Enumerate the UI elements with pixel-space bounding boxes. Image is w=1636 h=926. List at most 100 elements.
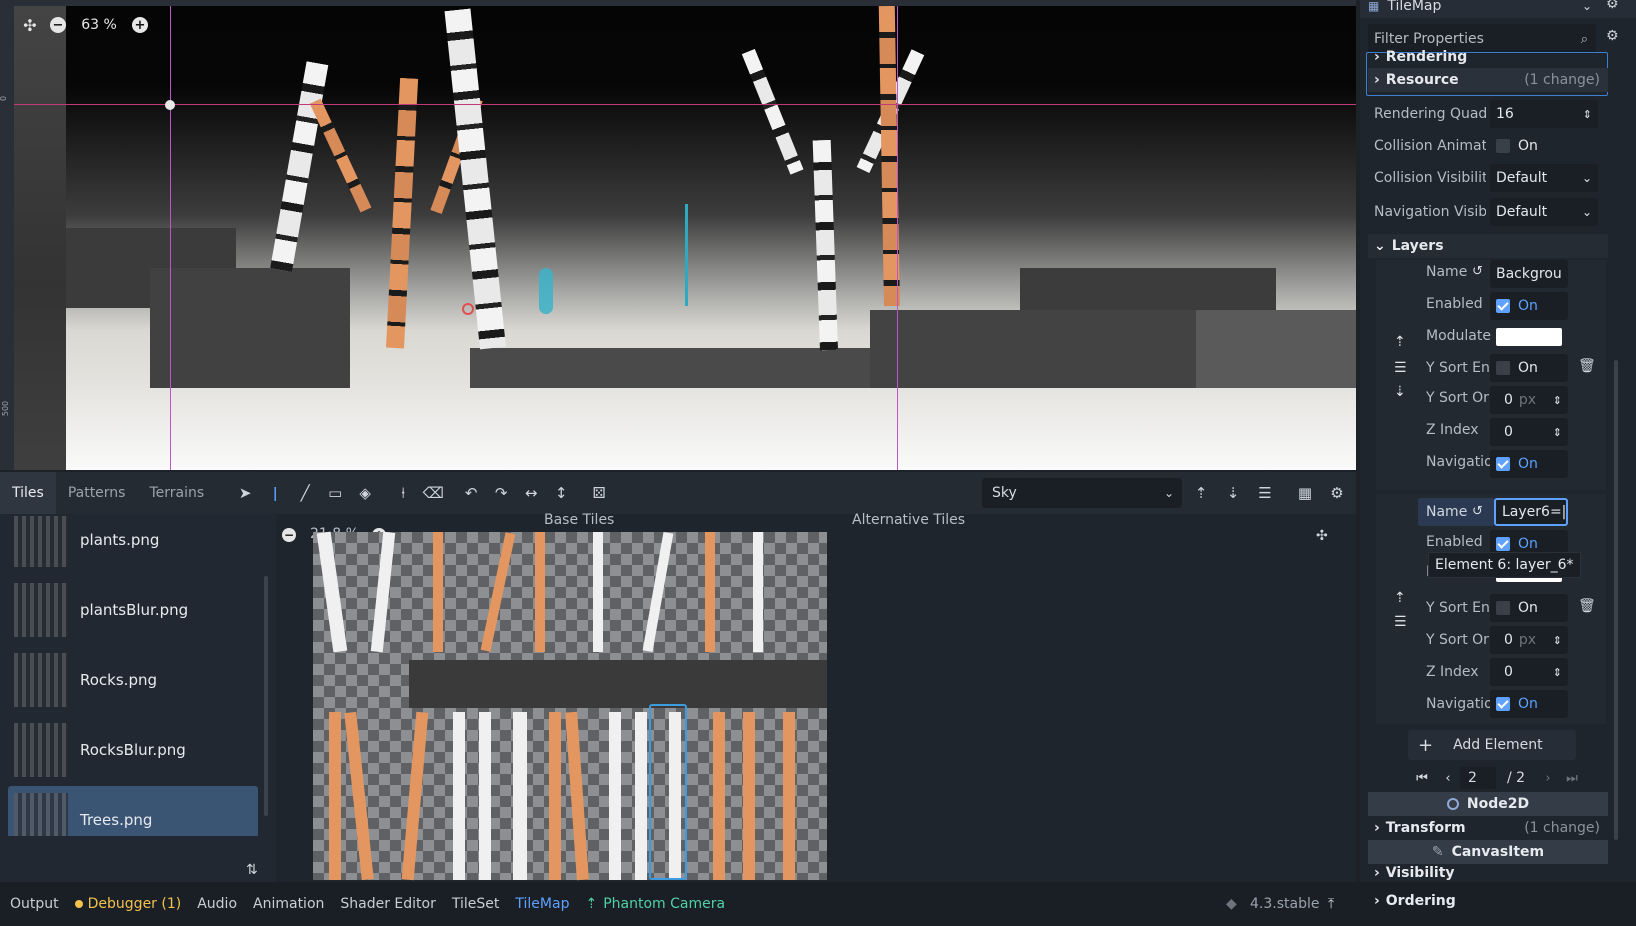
revert-icon[interactable]: ↺ (1472, 264, 1483, 279)
layer2-ysort-ori-label: Y Sort Ori (1426, 632, 1493, 648)
section-resource[interactable]: › Resource (1 change) (1368, 68, 1608, 92)
collision-vis-select[interactable]: Default ⌄ (1490, 164, 1598, 192)
tab-output[interactable]: Output (10, 896, 59, 912)
select-tool-icon[interactable]: ➤ (230, 478, 260, 508)
add-element-button[interactable]: + Add Element (1408, 730, 1576, 760)
file-list-scrollbar[interactable] (264, 576, 268, 816)
camera-line[interactable] (685, 204, 688, 306)
collision-vis-label: Collision Visibilit (1374, 170, 1486, 186)
section-visibility[interactable]: › Visibility (1368, 864, 1608, 882)
layer1-name-field[interactable]: Backgrou (1490, 260, 1568, 288)
layer2-zindex-field[interactable]: 0 ⇕ (1490, 658, 1568, 686)
layer2-ysort-checkbox[interactable]: On (1490, 594, 1568, 622)
tab-audio[interactable]: Audio (197, 896, 237, 912)
file-item[interactable]: Rocks.png (8, 646, 258, 714)
drag-handle-icon[interactable]: ☰ (1394, 614, 1407, 630)
selected-tile-frame[interactable] (649, 704, 687, 880)
layer1-ysort-checkbox[interactable]: On (1490, 354, 1568, 382)
picker-tool-icon[interactable]: ⍿ (388, 478, 418, 508)
collision-anim-checkbox[interactable]: On (1490, 132, 1598, 160)
canvasitem-label: CanvasItem (1451, 844, 1545, 860)
atlas-center-icon[interactable]: ✣ (1316, 528, 1328, 544)
sort-icon[interactable]: ⇅ (246, 862, 258, 878)
zoom-level[interactable]: 63 % (76, 17, 122, 33)
tab-tilemap[interactable]: TileMap (515, 896, 569, 912)
section-ordering[interactable]: › Ordering (1368, 890, 1456, 912)
rotate-right-icon[interactable]: ↷ (486, 478, 516, 508)
inspector-scrollbar[interactable] (1614, 360, 1618, 840)
tab-phantom-camera[interactable]: Phantom Camera (603, 896, 725, 912)
next-page-icon[interactable]: › (1536, 771, 1560, 786)
layer2-ysort-ori-field[interactable]: 0 px ⇕ (1490, 626, 1568, 654)
navigation-vis-select[interactable]: Default ⌄ (1490, 198, 1598, 226)
line-tool-icon[interactable]: ╱ (290, 478, 320, 508)
center-view-icon[interactable]: ✣ (20, 15, 40, 35)
layer-up-icon[interactable]: ⇡ (1186, 478, 1216, 508)
file-item[interactable]: RocksBlur.png (8, 716, 258, 784)
prev-page-icon[interactable]: ‹ (1436, 771, 1460, 786)
tab-tiles[interactable]: Tiles (0, 472, 56, 514)
layer2-navigation-checkbox[interactable]: On (1490, 690, 1568, 718)
first-page-icon[interactable]: ⏮ (1408, 771, 1436, 786)
delete-icon[interactable]: 🗑 (1578, 598, 1596, 614)
rect-tool-icon[interactable]: ▭ (320, 478, 350, 508)
flip-v-icon[interactable]: ↕ (546, 478, 576, 508)
expand-panel-icon[interactable]: ⤒ (1328, 896, 1334, 912)
node-type-label[interactable]: TileMap (1387, 0, 1441, 14)
tab-debugger[interactable]: Debugger (1) (88, 896, 182, 912)
file-item-selected[interactable]: Trees.png (8, 786, 258, 836)
move-down-icon[interactable]: ⇣ (1394, 384, 1406, 400)
layer1-enabled-checkbox[interactable]: On (1490, 292, 1568, 320)
drag-handle-icon[interactable]: ☰ (1394, 360, 1407, 376)
object-settings-icon[interactable]: ⚙ (1606, 0, 1619, 12)
capsule-collider[interactable] (539, 268, 553, 314)
section-rendering[interactable]: › Rendering (1368, 50, 1608, 64)
zoom-in-icon[interactable]: + (132, 17, 148, 33)
chevron-down-icon: ⌄ (1581, 205, 1592, 219)
layer1-ysort-ori-field[interactable]: 0 px ⇕ (1490, 386, 1568, 414)
random-tile-icon[interactable]: ⚄ (584, 478, 614, 508)
layer1-zindex-field[interactable]: 0 ⇕ (1490, 418, 1568, 446)
file-item[interactable]: plants.png (8, 516, 258, 574)
page-current-field[interactable]: 2 (1460, 767, 1496, 789)
tab-patterns[interactable]: Patterns (56, 472, 138, 514)
atlas-file-list[interactable]: plants.png plantsBlur.png Rocks.png Rock… (4, 516, 268, 836)
hill-left-step (150, 268, 350, 388)
eraser-tool-icon[interactable]: ⌫ (418, 478, 448, 508)
atlas-texture[interactable] (313, 531, 827, 881)
flip-h-icon[interactable]: ↔ (516, 478, 546, 508)
checkbox-unchecked-icon (1496, 139, 1510, 153)
filter-options-icon[interactable]: ⚙ (1606, 28, 1619, 44)
atlas-dark-band (409, 660, 827, 708)
layer-select[interactable]: Sky ⌄ (982, 478, 1182, 508)
scene-viewport[interactable]: 0 500 ✣ − 63 % + (0, 0, 1356, 470)
layer2-name-field[interactable]: Layer6=| (1494, 498, 1568, 526)
zoom-out-icon[interactable]: − (50, 17, 66, 33)
move-up-icon[interactable]: ⇡ (1394, 590, 1406, 606)
layer1-navigation-checkbox[interactable]: On (1490, 450, 1568, 478)
tools-settings-icon[interactable]: ⚙ (1322, 478, 1352, 508)
tab-tileset[interactable]: TileSet (452, 896, 500, 912)
section-transform[interactable]: › Transform (1 change) (1368, 816, 1608, 840)
chevron-down-icon[interactable]: ⌄ (1582, 0, 1592, 13)
paint-tool-icon[interactable]: ǀ (260, 478, 290, 508)
layer-list-icon[interactable]: ☰ (1250, 478, 1280, 508)
tab-animation[interactable]: Animation (253, 896, 324, 912)
checkbox-label: On (1518, 696, 1538, 712)
rendering-quad-field[interactable]: 16 ⇕ (1490, 100, 1598, 128)
section-layers[interactable]: ⌄ Layers (1368, 234, 1608, 258)
tab-terrains[interactable]: Terrains (137, 472, 216, 514)
tab-shader-editor[interactable]: Shader Editor (340, 896, 435, 912)
bucket-tool-icon[interactable]: ◈ (350, 478, 380, 508)
last-page-icon[interactable]: ⏭ (1560, 771, 1584, 786)
spawn-marker[interactable] (462, 303, 474, 315)
delete-icon[interactable]: 🗑 (1578, 358, 1596, 374)
rotate-left-icon[interactable]: ↶ (456, 478, 486, 508)
layer-down-icon[interactable]: ⇣ (1218, 478, 1248, 508)
layer1-modulate-swatch[interactable] (1496, 328, 1562, 346)
move-up-icon[interactable]: ⇡ (1394, 334, 1406, 350)
atlas-zoom-out-icon[interactable]: − (282, 528, 296, 542)
file-item[interactable]: plantsBlur.png (8, 576, 258, 644)
grid-icon[interactable]: ▦ (1290, 478, 1320, 508)
revert-icon[interactable]: ↺ (1472, 504, 1483, 519)
